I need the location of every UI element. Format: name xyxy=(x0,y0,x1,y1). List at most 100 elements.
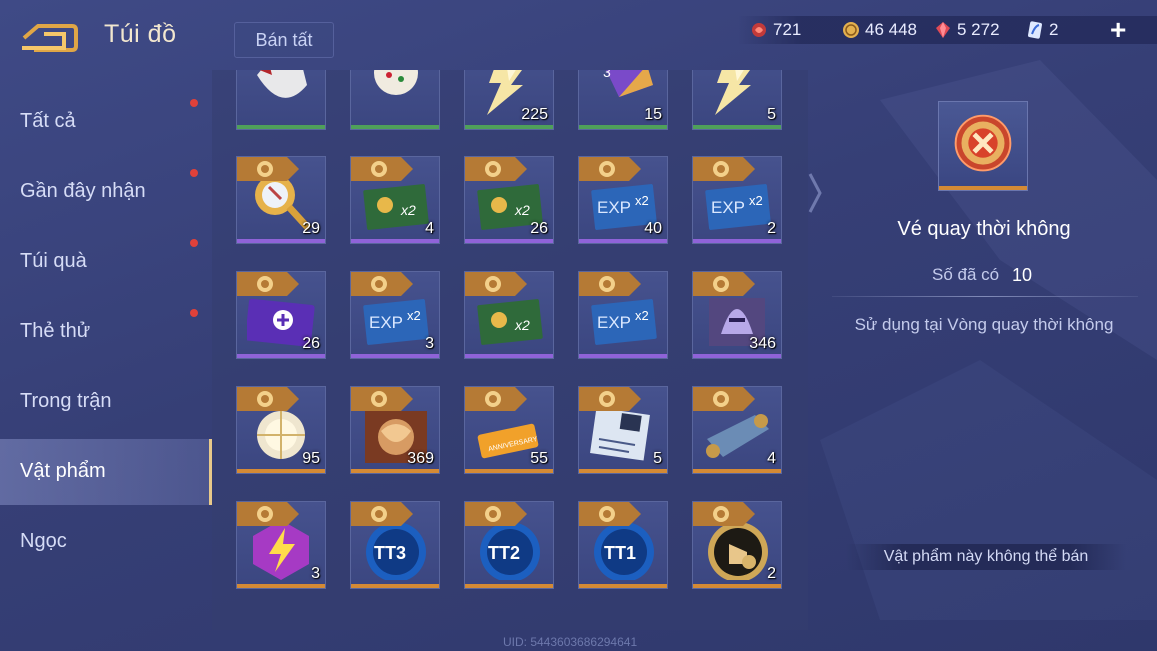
rarity-bar xyxy=(351,239,439,243)
sidebar-item-gems[interactable]: Ngọc xyxy=(0,509,212,575)
rarity-bar xyxy=(351,469,439,473)
owned-label: Số đã có xyxy=(932,265,1000,284)
rarity-bar xyxy=(693,239,781,243)
inventory-grid[interactable]: 225 3 15 5 29 x2 4 x2 26 EXP x2 40 EXP x2 2 26 EXP x2 3 x2 E… xyxy=(212,70,808,630)
inventory-slot[interactable]: x2 4 xyxy=(350,156,440,244)
lightning-bolt-icon xyxy=(715,70,751,115)
not-sellable-notice: Vật phẩm này không thể bán xyxy=(846,544,1126,570)
inventory-slot[interactable]: 346 xyxy=(692,271,782,359)
limited-tag-icon xyxy=(579,272,641,296)
inventory-slot[interactable]: EXP x2 40 xyxy=(578,156,668,244)
svg-text:EXP: EXP xyxy=(597,313,631,332)
svg-text:EXP: EXP xyxy=(369,313,403,332)
rarity-bar xyxy=(693,584,781,588)
inventory-slot[interactable] xyxy=(350,70,440,130)
rarity-bar xyxy=(237,239,325,243)
sidebar-item-label: Vật phẩm xyxy=(20,460,106,482)
item-count: 3 xyxy=(311,565,320,582)
limited-tag-icon xyxy=(579,387,641,411)
limited-tag-icon xyxy=(579,157,641,181)
limited-tag-icon xyxy=(693,157,755,181)
item-count: 26 xyxy=(530,220,548,237)
svg-text:x2: x2 xyxy=(635,193,649,208)
sidebar-item-label: Thẻ thử xyxy=(20,320,91,342)
inventory-slot[interactable]: 5 xyxy=(578,386,668,474)
sell-all-button[interactable]: Bán tất xyxy=(234,22,334,58)
inventory-slot[interactable]: EXP x2 xyxy=(578,271,668,359)
back-button[interactable] xyxy=(20,22,78,54)
inventory-slot[interactable]: 369 xyxy=(350,386,440,474)
collapse-arrow-icon[interactable] xyxy=(806,170,824,216)
limited-tag-icon xyxy=(237,387,299,411)
notification-dot xyxy=(190,239,198,247)
item-name: Vé quay thời không xyxy=(897,218,1071,240)
rarity-bar xyxy=(579,125,667,129)
gold-coin-icon xyxy=(843,22,859,38)
item-count: 2 xyxy=(767,565,776,582)
currency-value: 46 448 xyxy=(865,20,917,39)
svg-text:TT2: TT2 xyxy=(488,543,520,563)
inventory-slot[interactable]: 3 15 xyxy=(578,70,668,130)
limited-tag-icon xyxy=(237,272,299,296)
limited-tag-icon xyxy=(237,157,299,181)
sidebar-item-trial-cards[interactable]: Thẻ thử xyxy=(0,299,212,365)
item-count: 95 xyxy=(302,450,320,467)
sidebar-item-items[interactable]: Vật phẩm xyxy=(0,439,212,505)
inventory-slot[interactable] xyxy=(236,70,326,130)
item-count: 4 xyxy=(425,220,434,237)
inventory-slot[interactable]: 3 xyxy=(236,501,326,589)
limited-tag-icon xyxy=(465,157,527,181)
svg-text:3: 3 xyxy=(603,70,611,80)
inventory-slot[interactable]: x2 xyxy=(464,271,554,359)
rarity-bar xyxy=(579,584,667,588)
svg-text:x2: x2 xyxy=(407,308,421,323)
svg-text:EXP: EXP xyxy=(711,198,745,217)
sidebar-item-all[interactable]: Tất cả xyxy=(0,89,212,155)
inventory-slot[interactable]: TT2 xyxy=(464,501,554,589)
inventory-slot[interactable]: 95 xyxy=(236,386,326,474)
white-cap-icon xyxy=(257,70,307,98)
sidebar-item-label: Gần đây nhận xyxy=(20,180,146,202)
rarity-bar xyxy=(579,469,667,473)
rarity-bar xyxy=(351,354,439,358)
rarity-bar xyxy=(465,125,553,129)
svg-text:x2: x2 xyxy=(635,308,649,323)
limited-tag-icon xyxy=(465,502,527,526)
sidebar-item-gift-bag[interactable]: Túi quà xyxy=(0,229,212,295)
add-currency-button[interactable]: + xyxy=(1110,16,1126,44)
inventory-slot[interactable]: 29 xyxy=(236,156,326,244)
inventory-slot[interactable]: x2 26 xyxy=(464,156,554,244)
svg-text:x2: x2 xyxy=(514,317,530,333)
limited-tag-icon xyxy=(351,157,413,181)
rarity-bar xyxy=(237,584,325,588)
item-count: 2 xyxy=(767,220,776,237)
inventory-slot[interactable]: TT3 xyxy=(350,501,440,589)
rarity-bar xyxy=(465,469,553,473)
svg-text:TT3: TT3 xyxy=(374,543,406,563)
inventory-slot[interactable]: 4 xyxy=(692,386,782,474)
sidebar-item-label: Túi quà xyxy=(20,250,87,272)
rarity-bar xyxy=(351,584,439,588)
inventory-slot[interactable]: 225 xyxy=(464,70,554,130)
svg-text:x2: x2 xyxy=(749,193,763,208)
rarity-bar xyxy=(939,186,1027,190)
inventory-slot[interactable]: 26 xyxy=(236,271,326,359)
sidebar-item-in-match[interactable]: Trong trận xyxy=(0,369,212,435)
inventory-slot[interactable]: EXP x2 2 xyxy=(692,156,782,244)
sidebar-item-recent[interactable]: Gần đây nhận xyxy=(0,159,212,225)
inventory-slot[interactable]: 5 xyxy=(692,70,782,130)
limited-tag-icon xyxy=(693,272,755,296)
item-count: 5 xyxy=(767,106,776,123)
inventory-slot[interactable]: EXP x2 3 xyxy=(350,271,440,359)
page-title: Túi đồ xyxy=(104,20,177,48)
rarity-bar xyxy=(465,354,553,358)
inventory-slot[interactable]: 2 xyxy=(692,501,782,589)
currency-value: 5 272 xyxy=(957,20,1000,39)
inventory-slot[interactable]: TT1 xyxy=(578,501,668,589)
notification-dot xyxy=(190,99,198,107)
inventory-slot[interactable]: ANNIVERSARY 55 xyxy=(464,386,554,474)
time-spin-ticket-icon xyxy=(954,114,1012,172)
selected-item-icon xyxy=(938,101,1028,191)
limited-tag-icon xyxy=(693,502,755,526)
item-count: 26 xyxy=(302,335,320,352)
